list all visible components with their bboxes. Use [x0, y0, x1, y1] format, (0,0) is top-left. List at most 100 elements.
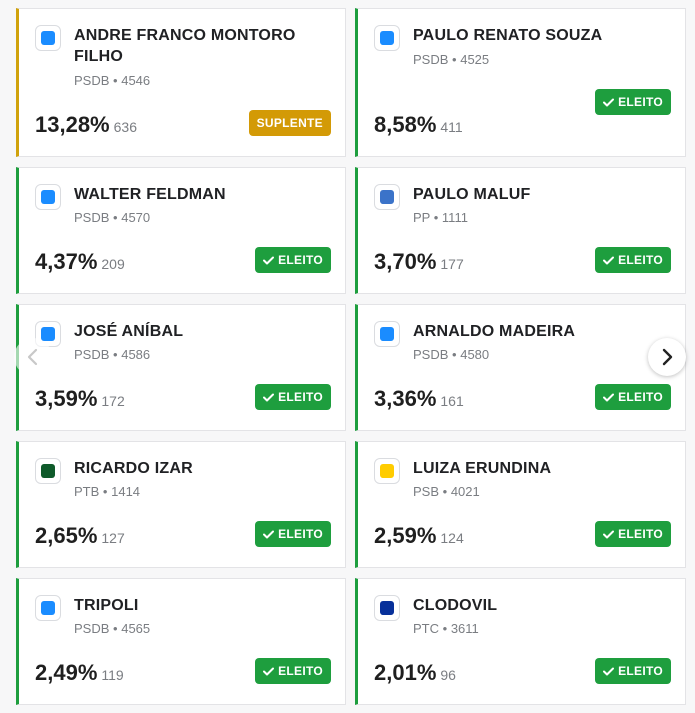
candidate-name: ARNALDO MADEIRA: [413, 323, 576, 340]
candidate-number: 4570: [121, 210, 151, 225]
status-label: ELEITO: [278, 253, 323, 267]
candidate-card[interactable]: JOSÉ ANÍBAL PSDB • 4586 3,59% 172 ELEITO: [16, 304, 346, 431]
candidate-card[interactable]: PAULO MALUF PP • 1111 3,70% 177 ELEITO: [355, 167, 686, 294]
candidate-card[interactable]: ANDRE FRANCO MONTORO FILHO PSDB • 4546 13,…: [16, 8, 346, 157]
vote-count: 172: [101, 393, 125, 409]
candidate-number: 4565: [121, 621, 151, 636]
chevron-right-icon: [662, 348, 673, 366]
chevron-left-icon: [27, 348, 38, 366]
candidate-party-number: PSDB • 4586: [74, 347, 150, 362]
party-color-swatch: [380, 190, 394, 204]
separator-dot: •: [433, 210, 439, 225]
vote-share: 3,59% 172: [35, 386, 125, 412]
carousel-prev-button[interactable]: [14, 338, 52, 376]
candidate-card[interactable]: PAULO RENATO SOUZA PSDB • 4525 8,58% 411 ELE…: [355, 8, 686, 157]
candidate-card[interactable]: TRIPOLI PSDB • 4565 2,49% 119 ELEITO: [16, 578, 346, 705]
candidate-party-number: PSB • 4021: [413, 484, 480, 499]
vote-percent: 2,01%: [374, 660, 437, 685]
separator-dot: •: [452, 52, 457, 67]
party-badge: [374, 321, 400, 347]
party-badge: [374, 595, 400, 621]
status-badge: ELEITO: [255, 384, 331, 410]
separator-dot: •: [113, 621, 118, 636]
status-label: ELEITO: [278, 390, 323, 404]
party-color-swatch: [41, 190, 55, 204]
status-label: ELEITO: [618, 664, 663, 678]
check-icon: [603, 98, 615, 106]
status-label: ELEITO: [618, 527, 663, 541]
vote-count: 636: [113, 119, 137, 135]
party-badge: [374, 25, 400, 51]
vote-share: 2,49% 119: [35, 660, 124, 686]
status-label: ELEITO: [278, 664, 323, 678]
party-badge: [35, 25, 61, 51]
check-icon: [263, 530, 275, 538]
vote-count: 119: [101, 667, 124, 683]
status-badge: ELEITO: [595, 89, 671, 115]
status-badge: ELEITO: [255, 658, 331, 684]
check-icon: [263, 256, 275, 264]
candidate-number: 4586: [121, 347, 151, 362]
party-name: PTC: [413, 621, 439, 636]
candidate-card[interactable]: ARNALDO MADEIRA PSDB • 4580 3,36% 161 ELEITO: [355, 304, 686, 431]
candidate-number: 3611: [450, 621, 479, 636]
separator-dot: •: [102, 484, 108, 499]
candidate-name: TRIPOLI: [74, 597, 139, 614]
party-color-swatch: [41, 464, 55, 478]
separator-dot: •: [452, 347, 457, 362]
candidate-card[interactable]: RICARDO IZAR PTB • 1414 2,65% 127 ELEITO: [16, 441, 346, 568]
status-badge: ELEITO: [595, 521, 671, 547]
party-name: PSDB: [74, 347, 110, 362]
party-color-swatch: [41, 601, 55, 615]
check-icon: [603, 667, 615, 675]
party-name: PSB: [413, 484, 440, 499]
vote-count: 209: [101, 256, 125, 272]
candidate-card[interactable]: LUIZA ERUNDINA PSB • 4021 2,59% 124 ELEITO: [355, 441, 686, 568]
candidate-name: LUIZA ERUNDINA: [413, 460, 552, 477]
vote-percent: 3,59%: [35, 386, 98, 411]
vote-percent: 2,49%: [35, 660, 98, 685]
vote-count: 127: [101, 530, 125, 546]
vote-share: 3,36% 161: [374, 386, 464, 412]
party-badge: [35, 458, 61, 484]
check-icon: [263, 667, 275, 675]
vote-share: 8,58% 411: [374, 112, 463, 138]
candidate-name: JOSÉ ANÍBAL: [74, 323, 184, 340]
vote-percent: 13,28%: [35, 112, 110, 137]
check-icon: [603, 256, 615, 264]
vote-share: 3,70% 177: [374, 249, 464, 275]
check-icon: [603, 393, 615, 401]
candidate-card[interactable]: CLODOVIL PTC • 3611 2,01% 96 ELEITO: [355, 578, 686, 705]
candidate-name: RICARDO IZAR: [74, 460, 193, 477]
status-badge: ELEITO: [595, 384, 671, 410]
candidate-party-number: PTB • 1414: [74, 484, 140, 499]
vote-count: 161: [440, 393, 464, 409]
separator-dot: •: [113, 347, 118, 362]
carousel-next-button[interactable]: [648, 338, 686, 376]
candidate-party-number: PSDB • 4565: [74, 621, 150, 636]
party-badge: [374, 184, 400, 210]
vote-count: 96: [440, 667, 456, 683]
candidate-card[interactable]: WALTER FELDMAN PSDB • 4570 4,37% 209 ELEITO: [16, 167, 346, 294]
candidate-party-number: PP • 1111: [413, 210, 468, 225]
vote-share: 4,37% 209: [35, 249, 125, 275]
vote-percent: 3,36%: [374, 386, 437, 411]
party-color-swatch: [380, 464, 394, 478]
status-label: ELEITO: [278, 527, 323, 541]
party-badge: [374, 458, 400, 484]
vote-percent: 4,37%: [35, 249, 98, 274]
candidate-number: 4021: [450, 484, 480, 499]
vote-count: 411: [440, 119, 463, 135]
vote-percent: 2,65%: [35, 523, 98, 548]
vote-count: 177: [440, 256, 464, 272]
party-name: PSDB: [413, 347, 449, 362]
candidate-name: ANDRE FRANCO MONTORO FILHO: [74, 27, 296, 65]
separator-dot: •: [442, 484, 448, 499]
candidate-party-number: PSDB • 4525: [413, 52, 489, 67]
separator-dot: •: [113, 210, 118, 225]
vote-share: 2,65% 127: [35, 523, 125, 549]
separator-dot: •: [442, 621, 448, 636]
party-name: PSDB: [74, 210, 110, 225]
candidate-name: WALTER FELDMAN: [74, 186, 226, 203]
separator-dot: •: [113, 73, 118, 88]
